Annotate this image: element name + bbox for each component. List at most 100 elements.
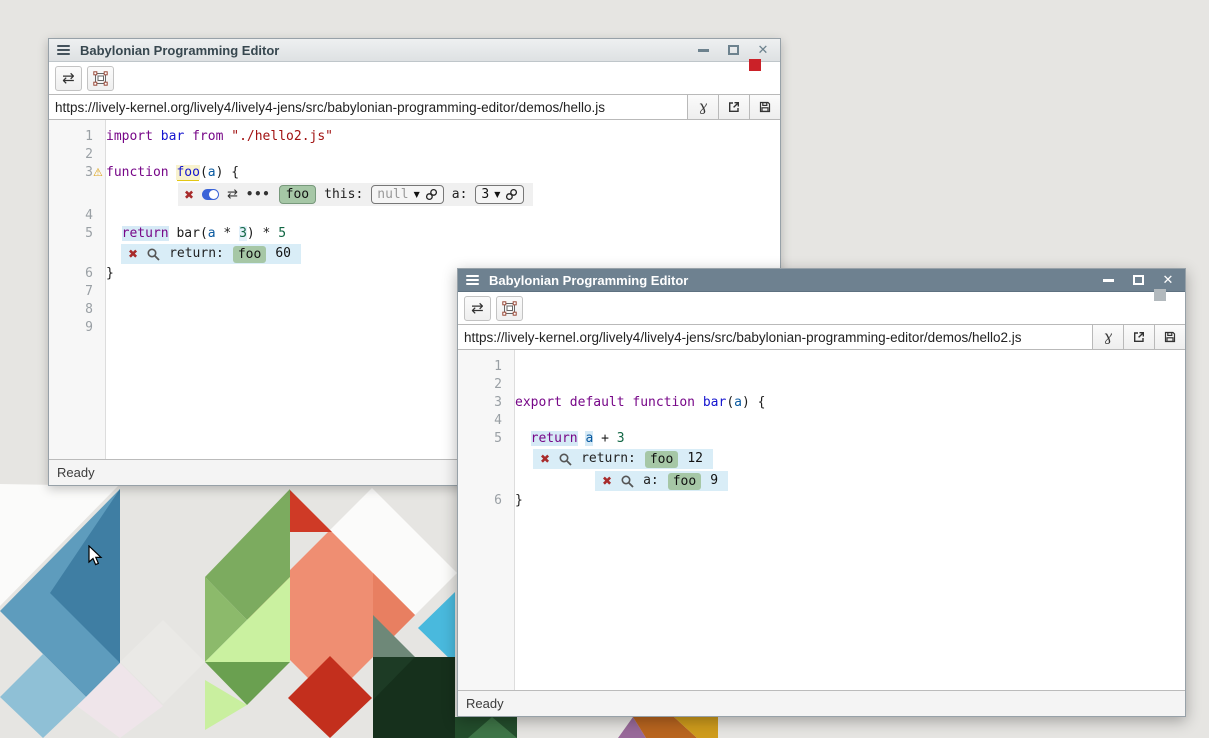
example-badge: foo <box>233 246 266 263</box>
code-token: 3 <box>239 226 247 241</box>
open-external-button[interactable] <box>1123 325 1154 349</box>
versions-button[interactable]: ɣ <box>1092 325 1123 349</box>
line-number: 6 <box>49 265 106 283</box>
line-number: 4 <box>49 207 106 225</box>
save-icon <box>758 100 772 114</box>
example-badge: foo <box>668 473 701 490</box>
code-token <box>515 431 531 446</box>
save-button[interactable] <box>749 95 780 119</box>
hamburger-menu-icon[interactable] <box>466 275 479 285</box>
code-token: ( <box>200 226 208 241</box>
code-token: bar <box>176 226 199 241</box>
external-link-icon <box>1132 330 1146 344</box>
example-badge: foo <box>645 451 678 468</box>
probe-label: a: <box>643 472 659 490</box>
magnifier-icon[interactable] <box>147 248 160 261</box>
url-input[interactable] <box>458 325 1092 349</box>
probe-widget: ✖ a: foo 9 <box>595 471 728 491</box>
line-number: 4 <box>458 412 515 430</box>
hamburger-menu-icon[interactable] <box>57 45 70 55</box>
remove-probe-button[interactable]: ✖ <box>602 475 612 487</box>
param-value-dropdown[interactable]: null ▼ <box>371 185 443 204</box>
line-number: 3 <box>458 394 515 412</box>
code-token: import <box>106 129 161 144</box>
close-button[interactable]: ✕ <box>1161 273 1175 287</box>
more-options-icon[interactable]: ••• <box>246 191 271 198</box>
example-name-button[interactable]: foo <box>279 185 316 204</box>
probe-widget: ✖return:foo12 <box>533 449 713 469</box>
connect-link-icon[interactable] <box>425 188 438 201</box>
swap-button[interactable]: ⇄ <box>464 296 491 321</box>
code-token: ) * <box>247 226 278 241</box>
line-number: 1 <box>458 358 515 376</box>
example-widget: ✖⇄•••foothis:null▼a:3▼ <box>178 183 533 206</box>
line-number: 2 <box>458 376 515 394</box>
mouse-cursor <box>88 545 103 567</box>
inspect-halo-button[interactable] <box>87 66 114 91</box>
line-number: 9 <box>49 319 106 337</box>
versions-button[interactable]: ɣ <box>687 95 718 119</box>
minimize-button[interactable] <box>1101 273 1115 287</box>
external-link-icon <box>727 100 741 114</box>
line-number: 5 <box>458 430 515 448</box>
code-token: bar <box>161 129 184 144</box>
status-text: Ready <box>466 696 504 711</box>
maximize-button[interactable] <box>1131 273 1145 287</box>
code-token <box>106 226 122 241</box>
remove-probe-button[interactable]: ✖ <box>540 453 550 465</box>
window-title: Babylonian Programming Editor <box>80 43 686 58</box>
chevron-down-icon: ▼ <box>494 186 500 204</box>
magnifier-icon[interactable] <box>559 453 572 466</box>
warning-icon[interactable]: ⚠ <box>93 164 103 182</box>
line-number: 8 <box>49 301 106 319</box>
code-token: } <box>515 493 523 508</box>
swap-example-icon[interactable]: ⇄ <box>227 188 238 201</box>
probe-widget: ✖return:foo60 <box>121 244 301 264</box>
close-button[interactable]: ✕ <box>756 43 770 57</box>
example-toggle[interactable] <box>202 189 219 200</box>
code-token: ( <box>200 165 208 180</box>
window-title: Babylonian Programming Editor <box>489 273 1091 288</box>
param-label: this: <box>324 186 363 204</box>
open-external-button[interactable] <box>718 95 749 119</box>
editor-window-hello2: Babylonian Programming Editor ✕ ⇄ ɣ 123e… <box>457 268 1186 717</box>
code-token: return <box>122 226 169 241</box>
swap-button[interactable]: ⇄ <box>55 66 82 91</box>
code-token: * <box>216 226 239 241</box>
probe-value: 9 <box>710 472 718 490</box>
line-number: 5 <box>49 225 106 243</box>
dropdown-value: null <box>377 186 408 204</box>
inspect-halo-icon <box>502 301 517 316</box>
save-icon <box>1163 330 1177 344</box>
remove-example-button[interactable]: ✖ <box>184 189 194 201</box>
titlebar[interactable]: Babylonian Programming Editor ✕ <box>458 269 1185 292</box>
minimize-button[interactable] <box>696 43 710 57</box>
status-bar: Ready <box>458 690 1185 716</box>
code-token: a <box>208 165 216 180</box>
maximize-button[interactable] <box>726 43 740 57</box>
remove-probe-button[interactable]: ✖ <box>128 248 138 260</box>
url-input[interactable] <box>49 95 687 119</box>
chevron-down-icon: ▼ <box>414 186 420 204</box>
line-number: 2 <box>49 146 106 164</box>
save-button[interactable] <box>1154 325 1185 349</box>
code-editor[interactable]: 123export default function bar(a) {45 re… <box>458 350 1185 690</box>
param-value-dropdown[interactable]: 3▼ <box>475 185 524 204</box>
probe-value: 12 <box>687 450 703 468</box>
inspect-halo-button[interactable] <box>496 296 523 321</box>
titlebar[interactable]: Babylonian Programming Editor ✕ <box>49 39 780 62</box>
code-token: foo <box>176 165 199 180</box>
swap-arrows-icon: ⇄ <box>471 301 484 316</box>
code-token: export default function <box>515 395 703 410</box>
code-token: + <box>593 431 616 446</box>
url-bar: ɣ <box>49 94 780 120</box>
code-lines: 123export default function bar(a) {45 re… <box>458 350 1185 510</box>
code-token: ) { <box>216 165 239 180</box>
code-token: from <box>184 129 231 144</box>
probe-label: return: <box>169 245 224 263</box>
inspect-halo-icon <box>93 71 108 86</box>
magnifier-icon[interactable] <box>621 475 634 488</box>
versions-icon: ɣ <box>1104 329 1112 345</box>
connect-link-icon[interactable] <box>505 188 518 201</box>
versions-icon: ɣ <box>699 99 707 115</box>
